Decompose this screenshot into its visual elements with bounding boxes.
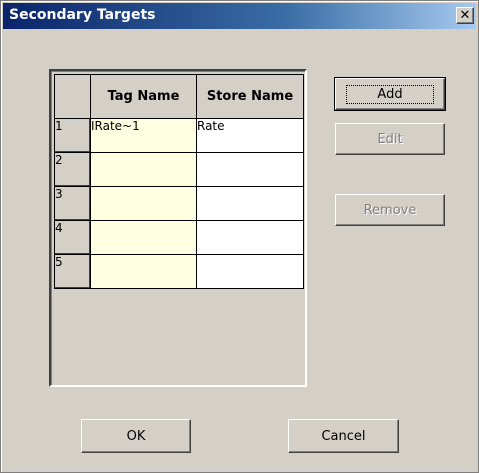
store-name-cell[interactable] [196, 186, 304, 221]
tag-name-cell[interactable] [90, 220, 197, 255]
column-header-tag-name[interactable]: Tag Name [90, 74, 197, 119]
targets-table: Tag Name Store Name 1 IRate~1 Rate 2 3 4… [54, 74, 304, 289]
table-row[interactable]: 1 IRate~1 Rate [54, 118, 304, 153]
row-number[interactable]: 5 [54, 254, 91, 289]
grid-corner-header[interactable] [54, 74, 91, 119]
cancel-button[interactable]: Cancel [288, 419, 399, 453]
grid-header-row: Tag Name Store Name [54, 74, 304, 119]
ok-button-label: OK [126, 428, 146, 444]
row-number[interactable]: 4 [54, 220, 91, 255]
remove-button[interactable]: Remove [335, 194, 445, 226]
dialog-title: Secondary Targets [9, 7, 156, 23]
add-button[interactable]: Add [334, 77, 446, 111]
cancel-button-label: Cancel [321, 428, 366, 444]
remove-button-label: Remove [363, 202, 417, 218]
tag-name-cell[interactable] [90, 186, 197, 221]
table-row[interactable]: 4 [54, 220, 304, 255]
title-bar[interactable]: Secondary Targets ✕ [3, 3, 476, 29]
store-name-cell[interactable] [196, 220, 304, 255]
targets-grid: Tag Name Store Name 1 IRate~1 Rate 2 3 4… [49, 69, 307, 387]
secondary-targets-dialog: Secondary Targets ✕ Tag Name Store Name … [0, 0, 479, 473]
add-button-label: Add [346, 84, 434, 104]
ok-button[interactable]: OK [81, 419, 191, 453]
store-name-cell[interactable] [196, 254, 304, 289]
row-number[interactable]: 3 [54, 186, 91, 221]
store-name-cell[interactable] [196, 152, 304, 187]
table-row[interactable]: 5 [54, 254, 304, 289]
table-row[interactable]: 3 [54, 186, 304, 221]
tag-name-cell[interactable] [90, 152, 197, 187]
column-header-store-name[interactable]: Store Name [196, 74, 304, 119]
close-button[interactable]: ✕ [456, 7, 474, 24]
store-name-cell[interactable]: Rate [196, 118, 304, 153]
edit-button-label: Edit [377, 131, 403, 147]
table-row[interactable]: 2 [54, 152, 304, 187]
row-number[interactable]: 2 [54, 152, 91, 187]
row-number[interactable]: 1 [54, 118, 91, 153]
tag-name-cell[interactable]: IRate~1 [90, 118, 197, 153]
edit-button[interactable]: Edit [335, 123, 445, 155]
close-icon: ✕ [459, 8, 471, 23]
tag-name-cell[interactable] [90, 254, 197, 289]
